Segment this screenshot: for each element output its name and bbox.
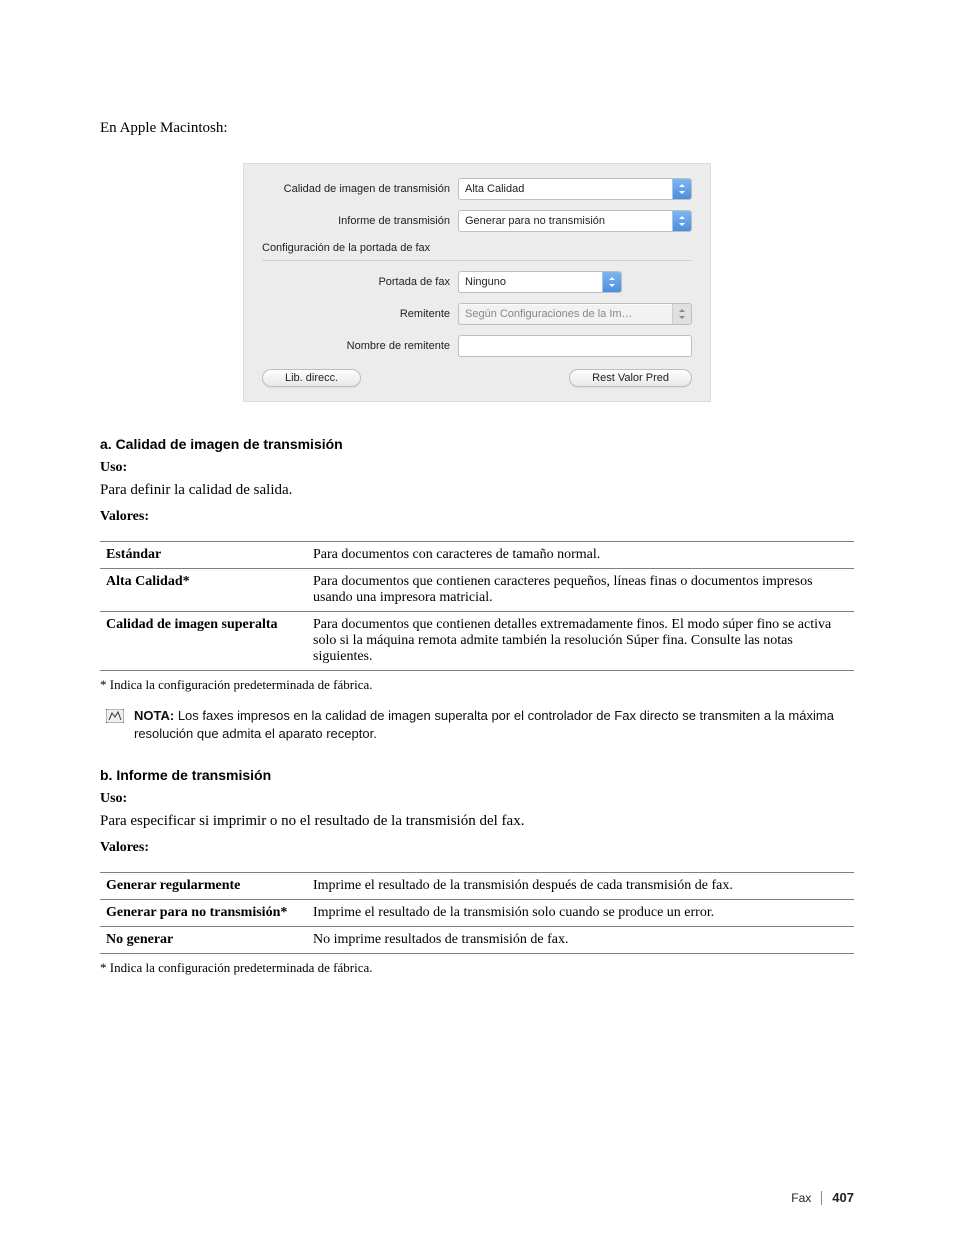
table-key: No generar [100, 927, 307, 954]
cover-section-label: Configuración de la portada de fax [262, 242, 692, 261]
intro-text: En Apple Macintosh: [100, 120, 854, 137]
chevron-updown-icon [672, 211, 691, 231]
cover-label: Portada de fax [262, 276, 458, 288]
img-quality-value: Alta Calidad [465, 183, 524, 195]
page-footer: Fax 407 [791, 1190, 854, 1205]
report-select[interactable]: Generar para no transmisión [458, 210, 692, 232]
footnote-b: * Indica la configuración predeterminada… [100, 960, 854, 976]
cover-select[interactable]: Ninguno [458, 271, 622, 293]
footer-divider [821, 1191, 822, 1205]
table-key: Alta Calidad* [100, 569, 307, 612]
table-key: Generar regularmente [100, 873, 307, 900]
table-key: Estándar [100, 542, 307, 569]
uso-text-a: Para definir la calidad de salida. [100, 482, 854, 499]
page-number: 407 [832, 1190, 854, 1205]
sender-select: Según Configuraciones de la Im… [458, 303, 692, 325]
table-row: Generar regularmente Imprime el resultad… [100, 873, 854, 900]
report-value: Generar para no transmisión [465, 215, 605, 227]
table-value: Imprime el resultado de la transmisión s… [307, 900, 854, 927]
chevron-updown-icon [672, 304, 691, 324]
table-row: Calidad de imagen superalta Para documen… [100, 612, 854, 671]
note-icon [106, 709, 124, 723]
chevron-updown-icon [672, 179, 691, 199]
table-value: No imprime resultados de transmisión de … [307, 927, 854, 954]
chevron-updown-icon [602, 272, 621, 292]
address-book-button[interactable]: Lib. direcc. [262, 369, 361, 387]
img-quality-select[interactable]: Alta Calidad [458, 178, 692, 200]
table-row: Alta Calidad* Para documentos que contie… [100, 569, 854, 612]
values-table-b: Generar regularmente Imprime el resultad… [100, 872, 854, 954]
table-row: Generar para no transmisión* Imprime el … [100, 900, 854, 927]
section-b-heading: b. Informe de transmisión [100, 767, 854, 783]
uso-label-a: Uso: [100, 460, 854, 476]
footer-section: Fax [791, 1191, 811, 1205]
footnote-a: * Indica la configuración predeterminada… [100, 677, 854, 693]
note-label: NOTA: [134, 708, 174, 723]
sender-label: Remitente [262, 308, 458, 320]
values-table-a: Estándar Para documentos con caracteres … [100, 541, 854, 671]
note-text: Los faxes impresos en la calidad de imag… [134, 708, 834, 741]
valores-label-b: Valores: [100, 840, 854, 856]
table-value: Para documentos con caracteres de tamaño… [307, 542, 854, 569]
uso-label-b: Uso: [100, 791, 854, 807]
reset-defaults-button[interactable]: Rest Valor Pred [569, 369, 692, 387]
table-value: Imprime el resultado de la transmisión d… [307, 873, 854, 900]
sender-name-input[interactable] [458, 335, 692, 357]
table-row: Estándar Para documentos con caracteres … [100, 542, 854, 569]
cover-value: Ninguno [465, 276, 506, 288]
valores-label-a: Valores: [100, 509, 854, 525]
table-value: Para documentos que contienen detalles e… [307, 612, 854, 671]
table-value: Para documentos que contienen caracteres… [307, 569, 854, 612]
report-label: Informe de transmisión [262, 215, 458, 227]
uso-text-b: Para especificar si imprimir o no el res… [100, 813, 854, 830]
note-block: NOTA: Los faxes impresos en la calidad d… [100, 707, 854, 743]
table-key: Generar para no transmisión* [100, 900, 307, 927]
table-key: Calidad de imagen superalta [100, 612, 307, 671]
sender-name-label: Nombre de remitente [262, 340, 458, 352]
section-a-heading: a. Calidad de imagen de transmisión [100, 436, 854, 452]
img-quality-label: Calidad de imagen de transmisión [262, 183, 458, 195]
sender-value: Según Configuraciones de la Im… [465, 308, 633, 320]
table-row: No generar No imprime resultados de tran… [100, 927, 854, 954]
mac-dialog: Calidad de imagen de transmisión Alta Ca… [243, 163, 711, 402]
